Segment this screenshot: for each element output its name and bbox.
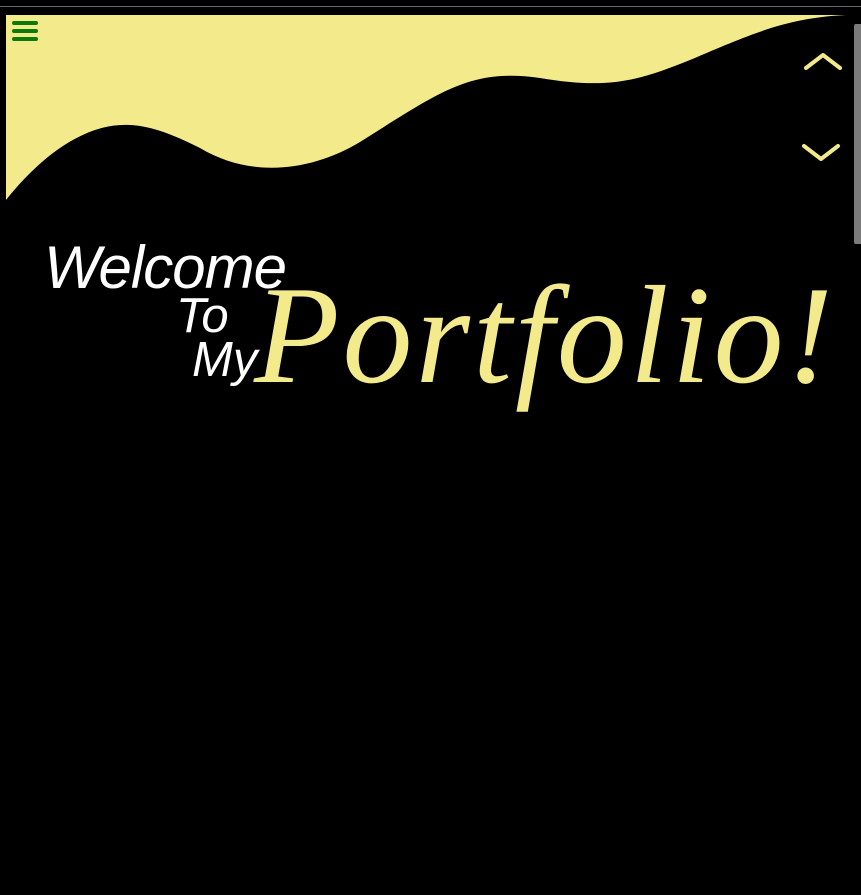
portfolio-page: Welcome To My Portfolio! <box>0 0 861 895</box>
hero-heading: Welcome To My Portfolio! <box>0 0 861 420</box>
hero-word-portfolio: Portfolio! <box>254 258 837 413</box>
hero-word-my: My <box>192 333 258 387</box>
hero-word-welcome: Welcome <box>44 234 287 301</box>
